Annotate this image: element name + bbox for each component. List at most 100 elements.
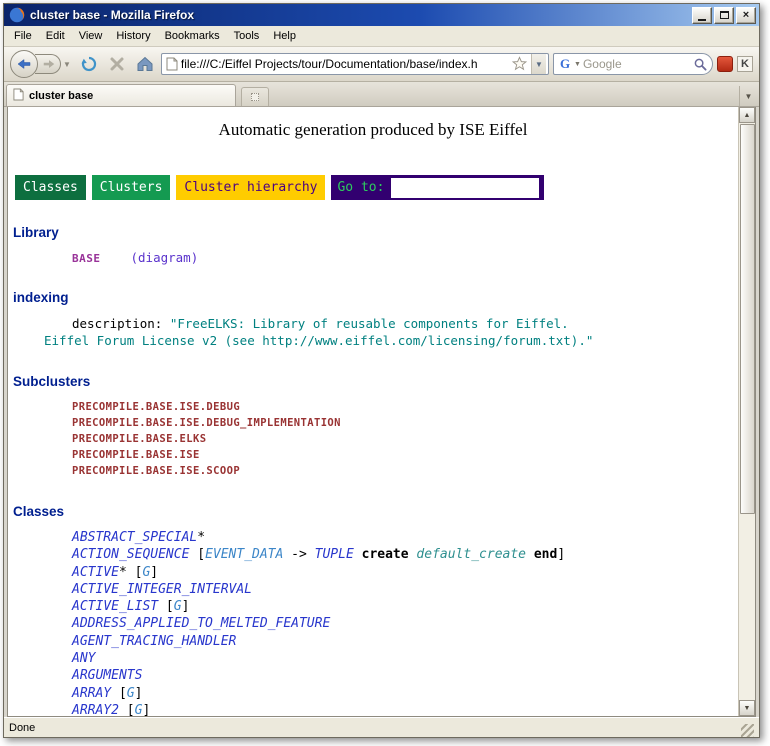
subcluster-link[interactable]: PRECOMPILE.BASE.ELKS (72, 431, 738, 447)
list-all-tabs-button[interactable]: ▼ (739, 86, 757, 106)
status-text: Done (9, 722, 35, 734)
browser-viewport: Automatic generation produced by ISE Eif… (7, 107, 756, 717)
firefox-window: cluster base - Mozilla Firefox × FileEdi… (3, 3, 760, 738)
resize-grip[interactable] (741, 724, 754, 737)
indexing-description-label: description: (72, 316, 170, 331)
back-forward-cluster: ▼ (10, 50, 71, 78)
bookmark-star-icon[interactable] (512, 56, 528, 72)
feature-link[interactable]: default_create (416, 547, 526, 562)
classes-list: ABSTRACT_SPECIAL*ACTION_SEQUENCE [EVENT_… (8, 529, 738, 716)
class-link[interactable]: AGENT_TRACING_HANDLER (72, 634, 236, 649)
plain-text: [ (189, 547, 205, 562)
class-list-item: ARRAY2 [G] (72, 702, 738, 716)
diagram-link[interactable]: (diagram) (131, 250, 199, 265)
forward-button[interactable] (35, 54, 61, 74)
class-link[interactable]: ARRAY2 (72, 703, 119, 716)
menubar: FileEditViewHistoryBookmarksToolsHelp (4, 26, 759, 47)
class-link[interactable]: TUPLE (315, 547, 354, 562)
class-link[interactable]: ADDRESS_APPLIED_TO_MELTED_FEATURE (72, 616, 330, 631)
library-heading: Library (13, 225, 738, 240)
plain-text: * (119, 565, 127, 580)
class-link[interactable]: ACTIVE_INTEGER_INTERVAL (72, 582, 252, 597)
library-line: BASE (diagram) (72, 250, 738, 265)
indexing-line-2: Eiffel Forum License v2 (see http://www.… (44, 332, 738, 349)
menu-help[interactable]: Help (266, 27, 303, 45)
address-dropdown[interactable]: ▼ (531, 54, 546, 74)
class-link[interactable]: ACTIVE_LIST (72, 599, 158, 614)
scroll-down-button[interactable]: ▼ (739, 700, 755, 716)
menu-history[interactable]: History (109, 27, 157, 45)
plain-text (526, 547, 534, 562)
reload-button[interactable] (77, 52, 101, 76)
generic-param-link[interactable]: G (127, 686, 135, 701)
goto-box: Go to: (331, 175, 544, 200)
back-arrow-icon (16, 56, 32, 72)
plain-text: [ (111, 686, 127, 701)
tab-page-icon (13, 88, 24, 104)
subcluster-link[interactable]: PRECOMPILE.BASE.ISE.SCOOP (72, 463, 738, 479)
new-tab-stub[interactable] (241, 87, 269, 106)
keyword-text: create (362, 547, 409, 562)
menu-view[interactable]: View (72, 27, 110, 45)
stop-button[interactable] (105, 52, 129, 76)
window-title: cluster base - Mozilla Firefox (30, 8, 687, 22)
new-tab-icon (251, 93, 259, 101)
subcluster-link[interactable]: PRECOMPILE.BASE.ISE (72, 447, 738, 463)
titlebar[interactable]: cluster base - Mozilla Firefox × (4, 4, 759, 26)
class-link[interactable]: ACTIVE (72, 565, 119, 580)
subcluster-link[interactable]: PRECOMPILE.BASE.ISE.DEBUG (72, 399, 738, 415)
subcluster-link[interactable]: PRECOMPILE.BASE.ISE.DEBUG_IMPLEMENTATION (72, 415, 738, 431)
classes-button[interactable]: Classes (15, 175, 86, 200)
google-icon: G (558, 57, 572, 71)
minimize-button[interactable] (692, 7, 712, 24)
plain-text: ] (142, 703, 150, 716)
class-list-item: ADDRESS_APPLIED_TO_MELTED_FEATURE (72, 615, 738, 632)
clusters-button[interactable]: Clusters (92, 175, 171, 200)
forward-arrow-icon (42, 57, 56, 71)
menu-tools[interactable]: Tools (227, 27, 267, 45)
library-base-link[interactable]: BASE (72, 252, 101, 265)
back-forward-dropdown[interactable]: ▼ (63, 60, 71, 69)
indexing-line-1: description: "FreeELKS: Library of reusa… (72, 315, 738, 332)
vertical-scrollbar[interactable]: ▲ ▼ (738, 107, 755, 716)
class-link[interactable]: ABSTRACT_SPECIAL (72, 530, 197, 545)
search-input[interactable] (583, 57, 692, 71)
maximize-icon (720, 11, 729, 19)
maximize-button[interactable] (714, 7, 734, 24)
search-magnifier-icon[interactable] (694, 58, 707, 71)
class-list-item: ACTION_SEQUENCE [EVENT_DATA -> TUPLE cre… (72, 546, 738, 563)
close-button[interactable]: × (736, 7, 756, 24)
search-engine-dropdown[interactable]: ▼ (574, 61, 581, 68)
tab-cluster-base[interactable]: cluster base (6, 84, 236, 106)
plain-text: ] (557, 547, 565, 562)
scrollbar-thumb[interactable] (740, 124, 755, 514)
menu-file[interactable]: File (7, 27, 39, 45)
nav-toolbar: ▼ ▼ G ▼ K (4, 47, 759, 82)
class-link[interactable]: ARGUMENTS (72, 668, 142, 683)
addon-icon-k[interactable]: K (737, 56, 753, 72)
page-content: Automatic generation produced by ISE Eif… (8, 107, 738, 716)
menu-bookmarks[interactable]: Bookmarks (158, 27, 227, 45)
generic-param-link[interactable]: EVENT_DATA (205, 547, 283, 562)
menu-edit[interactable]: Edit (39, 27, 72, 45)
stop-icon (109, 56, 125, 72)
window-controls: × (692, 7, 756, 24)
generic-param-link[interactable]: G (174, 599, 182, 614)
tab-strip: cluster base ▼ (4, 82, 759, 107)
minimize-icon (698, 19, 706, 21)
cluster-hierarchy-button[interactable]: Cluster hierarchy (176, 175, 325, 200)
firefox-icon (9, 7, 25, 23)
back-button[interactable] (10, 50, 38, 78)
addon-icon-red[interactable] (717, 56, 733, 72)
class-link[interactable]: ACTION_SEQUENCE (72, 547, 189, 562)
goto-input[interactable] (392, 179, 538, 197)
scroll-up-button[interactable]: ▲ (739, 107, 755, 123)
class-link[interactable]: ARRAY (72, 686, 111, 701)
class-link[interactable]: ANY (72, 651, 95, 666)
plain-text: [ (119, 703, 135, 716)
class-list-item: AGENT_TRACING_HANDLER (72, 633, 738, 650)
search-bar[interactable]: G ▼ (553, 53, 713, 75)
home-button[interactable] (133, 52, 157, 76)
address-input[interactable] (181, 57, 509, 71)
address-bar[interactable]: ▼ (161, 53, 549, 75)
